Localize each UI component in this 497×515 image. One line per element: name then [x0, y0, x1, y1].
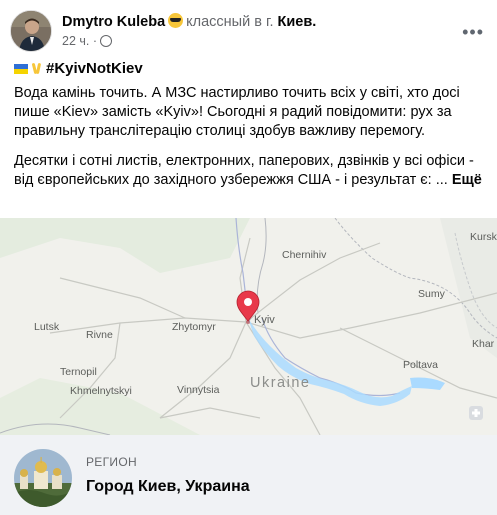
post-paragraph-2-text: Десятки і сотні листів, електронних, пап…	[14, 153, 474, 188]
map-label-ternopil: Ternopil	[60, 366, 97, 378]
map-label-poltava: Poltava	[403, 359, 438, 371]
region-thumbnail	[14, 449, 72, 507]
map-label-kursk: Kursk	[470, 231, 497, 243]
post-card: Dmytro Kuleba классный в г. Киев. 22 ч. ·…	[0, 0, 497, 515]
region-label: РЕГИОН	[86, 455, 137, 469]
map-label-kyiv: Kyiv	[254, 314, 275, 326]
hospital-icon	[469, 406, 483, 420]
map-label-khmelnytskyi: Khmelnytskyi	[70, 385, 132, 397]
activity-text: классный в г.	[186, 14, 274, 30]
post-meta: 22 ч. ·	[62, 34, 113, 48]
cool-emoji-icon	[168, 13, 184, 28]
map-label-sumy: Sumy	[418, 288, 446, 300]
author-name[interactable]: Dmytro Kuleba	[62, 14, 165, 30]
victory-hand-icon	[32, 62, 42, 74]
more-options-icon[interactable]: •••	[462, 22, 484, 43]
author-line: Dmytro Kuleba классный в г. Киев.	[62, 13, 316, 30]
post-paragraph-2: Десятки і сотні листів, електронних, пап…	[14, 152, 484, 190]
post-time[interactable]: 22 ч.	[62, 34, 89, 48]
map-label-zhytomyr: Zhytomyr	[172, 321, 216, 333]
post-paragraph-1: Вода камінь точить. А МЗС настирливо точ…	[14, 85, 460, 139]
place-link[interactable]: Киев.	[278, 14, 317, 30]
globe-icon	[100, 35, 113, 47]
see-more-link[interactable]: Ещё	[452, 172, 482, 188]
hashtag-link[interactable]: #KyivNotKiev	[46, 60, 143, 77]
hashtag-line: #KyivNotKiev	[14, 60, 143, 77]
region-card[interactable]: РЕГИОН Город Киев, Украина	[0, 435, 497, 515]
map-label-ukraine: Ukraine	[250, 375, 310, 391]
ukraine-flag-icon	[14, 64, 28, 74]
map-label-chernihiv: Chernihiv	[282, 249, 327, 261]
map-view[interactable]: Chernihiv Lutsk Rivne Zhytomyr Sumy Kurs…	[0, 218, 497, 435]
region-name[interactable]: Город Киев, Украина	[86, 478, 250, 496]
map-label-kharkiv: Khar	[472, 338, 495, 350]
map-label-vinnytsia: Vinnytsia	[177, 384, 220, 396]
map-svg: Chernihiv Lutsk Rivne Zhytomyr Sumy Kurs…	[0, 218, 497, 435]
author-avatar[interactable]	[10, 10, 52, 52]
map-label-lutsk: Lutsk	[34, 321, 60, 333]
post-header: Dmytro Kuleba классный в г. Киев. 22 ч. ·…	[10, 10, 490, 54]
map-label-rivne: Rivne	[86, 329, 113, 341]
